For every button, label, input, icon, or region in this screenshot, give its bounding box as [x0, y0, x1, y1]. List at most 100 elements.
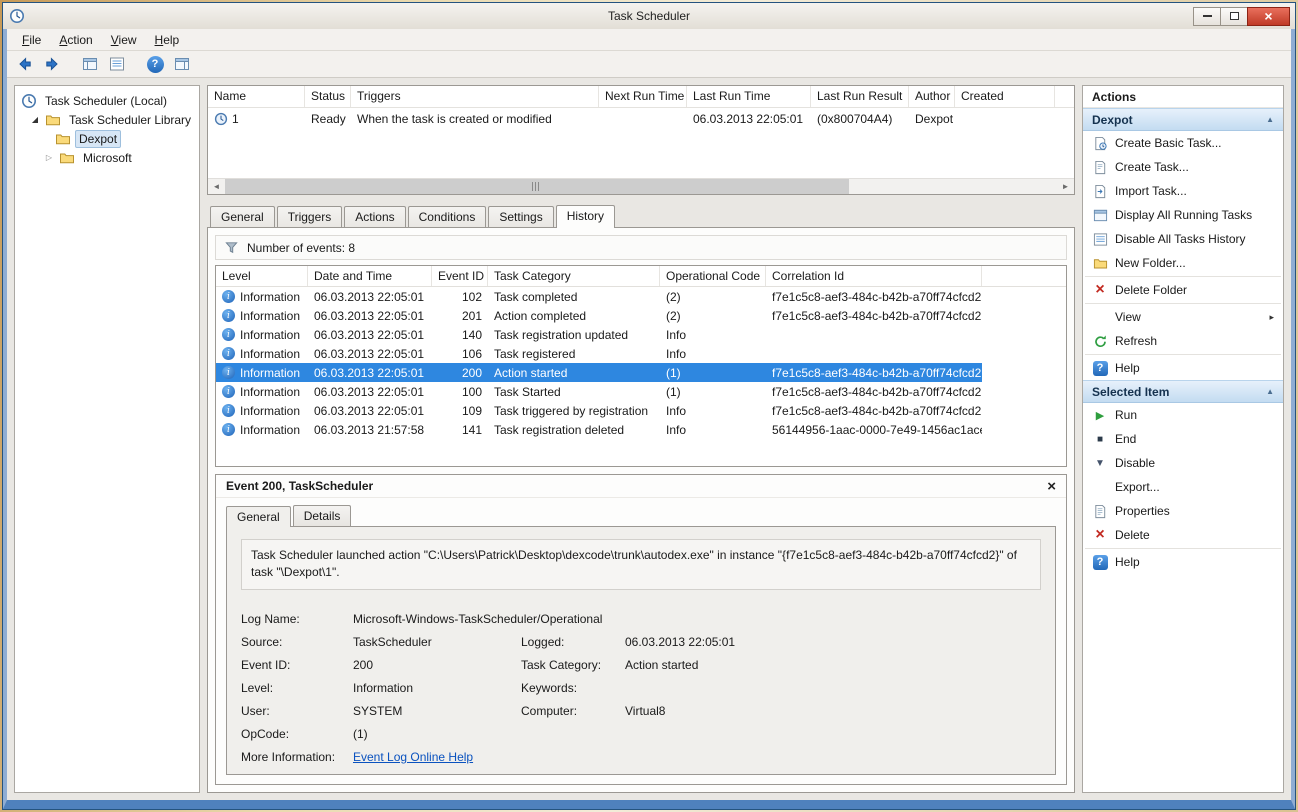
event-row[interactable]: iInformation 06.03.2013 21:57:58 141 Tas…	[216, 420, 982, 439]
tab-actions[interactable]: Actions	[344, 206, 405, 227]
column-header-last-run-time[interactable]: Last Run Time	[687, 86, 811, 107]
event-level-cell: iInformation	[216, 344, 308, 363]
action-create-task[interactable]: Create Task...	[1083, 155, 1283, 179]
opcode-label: OpCode:	[241, 727, 353, 741]
action-help-selected[interactable]: ? Help	[1083, 550, 1283, 574]
action-disable-all-tasks-history[interactable]: Disable All Tasks History	[1083, 227, 1283, 251]
column-header-status[interactable]: Status	[305, 86, 351, 107]
detail-tab-details[interactable]: Details	[293, 505, 352, 526]
event-row-selected[interactable]: iInformation 06.03.2013 22:05:01 200 Act…	[216, 363, 982, 382]
menu-help[interactable]: Help	[146, 30, 189, 50]
export-list-button[interactable]	[105, 53, 129, 75]
tree-item-microsoft[interactable]: ▷ Microsoft	[15, 148, 199, 167]
scroll-left-icon[interactable]: ◄	[208, 182, 225, 191]
close-button[interactable]: ×	[1247, 7, 1290, 26]
tab-settings[interactable]: Settings	[488, 206, 553, 227]
column-header-correlation-id[interactable]: Correlation Id	[766, 266, 982, 286]
action-new-folder[interactable]: New Folder...	[1083, 251, 1283, 275]
column-header-level[interactable]: Level	[216, 266, 308, 286]
task-list-header: Name Status Triggers Next Run Time Last …	[208, 86, 1074, 108]
expanded-arrow-icon[interactable]: ◢	[29, 115, 41, 124]
action-end[interactable]: ■ End	[1083, 427, 1283, 451]
action-import-task[interactable]: Import Task...	[1083, 179, 1283, 203]
menu-action[interactable]: Action	[50, 30, 101, 50]
event-correlation-cell: f7e1c5c8-aef3-484c-b42b-a70ff74cfcd2	[766, 363, 982, 382]
tab-conditions[interactable]: Conditions	[408, 206, 487, 227]
computer-label: Computer:	[521, 704, 625, 718]
back-button[interactable]	[13, 53, 37, 75]
minimize-button[interactable]	[1193, 7, 1221, 26]
menu-file[interactable]: File	[13, 30, 50, 50]
action-disable[interactable]: ▼ Disable	[1083, 451, 1283, 475]
tab-triggers[interactable]: Triggers	[277, 206, 343, 227]
column-header-created[interactable]: Created	[955, 86, 1055, 107]
action-label: Create Task...	[1115, 160, 1189, 174]
action-create-basic-task[interactable]: Create Basic Task...	[1083, 131, 1283, 155]
tab-general[interactable]: General	[210, 206, 275, 227]
menu-view[interactable]: View	[102, 30, 146, 50]
show-hide-action-pane-button[interactable]	[170, 53, 194, 75]
column-header-date-time[interactable]: Date and Time	[308, 266, 432, 286]
action-help[interactable]: ? Help	[1083, 356, 1283, 380]
task-row[interactable]: 1 Ready When the task is created or modi…	[208, 108, 1074, 129]
level-value: Information	[353, 681, 521, 695]
action-view[interactable]: View ▸	[1083, 305, 1283, 329]
action-delete-folder[interactable]: × Delete Folder	[1083, 278, 1283, 302]
actions-pane-title: Actions	[1083, 86, 1283, 108]
collapse-chevron-icon[interactable]: ▲	[1266, 115, 1274, 124]
tab-history[interactable]: History	[556, 205, 615, 228]
source-label: Source:	[241, 635, 353, 649]
collapsed-arrow-icon[interactable]: ▷	[43, 153, 55, 162]
forward-button[interactable]	[40, 53, 64, 75]
detail-tab-general[interactable]: General	[226, 506, 291, 527]
action-export[interactable]: Export...	[1083, 475, 1283, 499]
event-log-online-help-link[interactable]: Event Log Online Help	[353, 750, 473, 764]
event-row[interactable]: iInformation 06.03.2013 22:05:01 102 Tas…	[216, 287, 982, 306]
column-header-author[interactable]: Author	[909, 86, 955, 107]
action-run[interactable]: ▶ Run	[1083, 403, 1283, 427]
separator	[1085, 303, 1281, 304]
action-label: Help	[1115, 361, 1140, 375]
column-header-event-id[interactable]: Event ID	[432, 266, 488, 286]
event-row[interactable]: iInformation 06.03.2013 22:05:01 109 Tas…	[216, 401, 982, 420]
separator	[1085, 354, 1281, 355]
event-opcode-cell: Info	[660, 420, 766, 439]
column-header-task-category[interactable]: Task Category	[488, 266, 660, 286]
information-icon: i	[222, 328, 235, 341]
title-bar[interactable]: Task Scheduler ×	[3, 3, 1295, 29]
column-header-last-run-result[interactable]: Last Run Result	[811, 86, 909, 107]
action-refresh[interactable]: Refresh	[1083, 329, 1283, 353]
event-row[interactable]: iInformation 06.03.2013 22:05:01 106 Tas…	[216, 344, 982, 363]
column-header-next-run-time[interactable]: Next Run Time	[599, 86, 687, 107]
back-arrow-icon	[17, 56, 33, 72]
column-header-triggers[interactable]: Triggers	[351, 86, 599, 107]
section-header-selected-item[interactable]: Selected Item ▲	[1083, 380, 1283, 403]
help-button[interactable]: ?	[143, 53, 167, 75]
event-row[interactable]: iInformation 06.03.2013 22:05:01 140 Tas…	[216, 325, 982, 344]
column-header-name[interactable]: Name	[208, 86, 305, 107]
show-hide-console-tree-button[interactable]	[78, 53, 102, 75]
event-id-cell: 106	[432, 344, 488, 363]
action-properties[interactable]: Properties	[1083, 499, 1283, 523]
separator	[1085, 548, 1281, 549]
column-header-operational-code[interactable]: Operational Code	[660, 266, 766, 286]
event-category-cell: Action completed	[488, 306, 660, 325]
tree-item-dexpot[interactable]: Dexpot	[15, 129, 199, 148]
tree-item-task-scheduler-library[interactable]: ◢ Task Scheduler Library	[15, 110, 199, 129]
information-icon: i	[222, 423, 235, 436]
scrollbar-thumb[interactable]	[225, 179, 849, 194]
event-row[interactable]: iInformation 06.03.2013 22:05:01 100 Tas…	[216, 382, 982, 401]
close-detail-icon[interactable]: ×	[1047, 479, 1056, 494]
collapse-chevron-icon[interactable]: ▲	[1266, 387, 1274, 396]
action-display-all-running-tasks[interactable]: Display All Running Tasks	[1083, 203, 1283, 227]
tree-item-task-scheduler-local[interactable]: Task Scheduler (Local)	[15, 91, 199, 110]
event-opcode-cell: Info	[660, 325, 766, 344]
scroll-right-icon[interactable]: ►	[1057, 182, 1074, 191]
horizontal-scrollbar[interactable]: ◄ ►	[208, 178, 1074, 194]
event-level-cell: iInformation	[216, 325, 308, 344]
keywords-label: Keywords:	[521, 681, 625, 695]
event-row[interactable]: iInformation 06.03.2013 22:05:01 201 Act…	[216, 306, 982, 325]
section-header-dexpot[interactable]: Dexpot ▲	[1083, 108, 1283, 131]
maximize-button[interactable]	[1220, 7, 1248, 26]
action-delete[interactable]: × Delete	[1083, 523, 1283, 547]
